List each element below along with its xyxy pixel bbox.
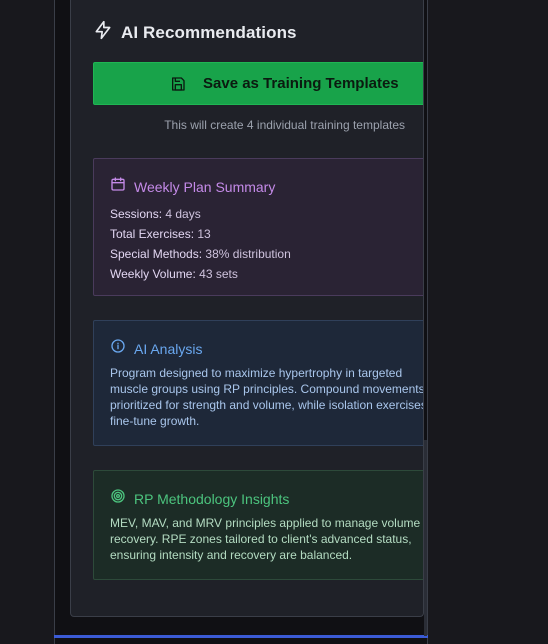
insights-line: recovery. RPE zones tailored to client's… (110, 532, 412, 546)
summary-value: 43 sets (195, 267, 238, 281)
summary-value: 38% distribution (202, 247, 291, 261)
insights-title: RP Methodology Insights (134, 490, 290, 507)
save-templates-label: Save as Training Templates (203, 75, 399, 92)
insights-line: MEV, MAV, and MRV principles applied to … (110, 516, 424, 530)
save-hint: This will create 4 individual training t… (164, 118, 405, 132)
rp-methodology-insights: RP Methodology Insights MEV, MAV, and MR… (93, 470, 424, 580)
summary-value: 13 (194, 227, 211, 241)
lightning-icon (93, 20, 113, 45)
calendar-icon (110, 176, 126, 197)
analysis-text: Program designed to maximize hypertrophy… (110, 365, 424, 429)
summary-row: Weekly Volume: 43 sets (110, 264, 291, 284)
summary-row: Special Methods: 38% distribution (110, 244, 291, 264)
ai-analysis: AI Analysis Program designed to maximize… (93, 320, 424, 446)
summary-row: Total Exercises: 13 (110, 224, 291, 244)
ai-recommendations-card: AI Recommendations Save as Training Temp… (70, 0, 424, 617)
insights-line: ensuring intensity and recovery are bala… (110, 548, 353, 562)
target-icon (110, 488, 126, 509)
summary-header: Weekly Plan Summary (110, 176, 275, 197)
analysis-line: prioritized for strength and volume, whi… (110, 398, 424, 412)
weekly-plan-summary: Weekly Plan Summary Sessions: 4 days Tot… (93, 158, 423, 296)
summary-key: Special Methods: (110, 247, 203, 261)
save-templates-button[interactable]: Save as Training Templates (93, 62, 423, 105)
insights-header: RP Methodology Insights (110, 488, 289, 509)
summary-value: 4 days (162, 207, 201, 221)
analysis-title: AI Analysis (134, 340, 203, 357)
analysis-line: Program designed to maximize hypertrophy… (110, 366, 403, 380)
floppy-disk-icon (170, 76, 186, 97)
summary-key: Sessions: (110, 207, 163, 221)
analysis-header: AI Analysis (110, 338, 202, 359)
scrollbar[interactable] (424, 440, 427, 636)
summary-key: Weekly Volume: (110, 267, 196, 281)
card-header: AI Recommendations (93, 20, 297, 45)
insights-text: MEV, MAV, and MRV principles applied to … (110, 515, 424, 563)
analysis-line: fine-tune growth. (110, 414, 200, 428)
summary-row: Sessions: 4 days (110, 204, 291, 224)
summary-title: Weekly Plan Summary (134, 178, 276, 195)
summary-rows: Sessions: 4 days Total Exercises: 13 Spe… (110, 204, 291, 284)
panel-bottom-accent (54, 635, 428, 638)
summary-key: Total Exercises: (110, 227, 195, 241)
card-title: AI Recommendations (121, 22, 297, 42)
info-circle-icon (110, 338, 126, 359)
analysis-line: muscle groups using RP principles. Compo… (110, 382, 424, 396)
